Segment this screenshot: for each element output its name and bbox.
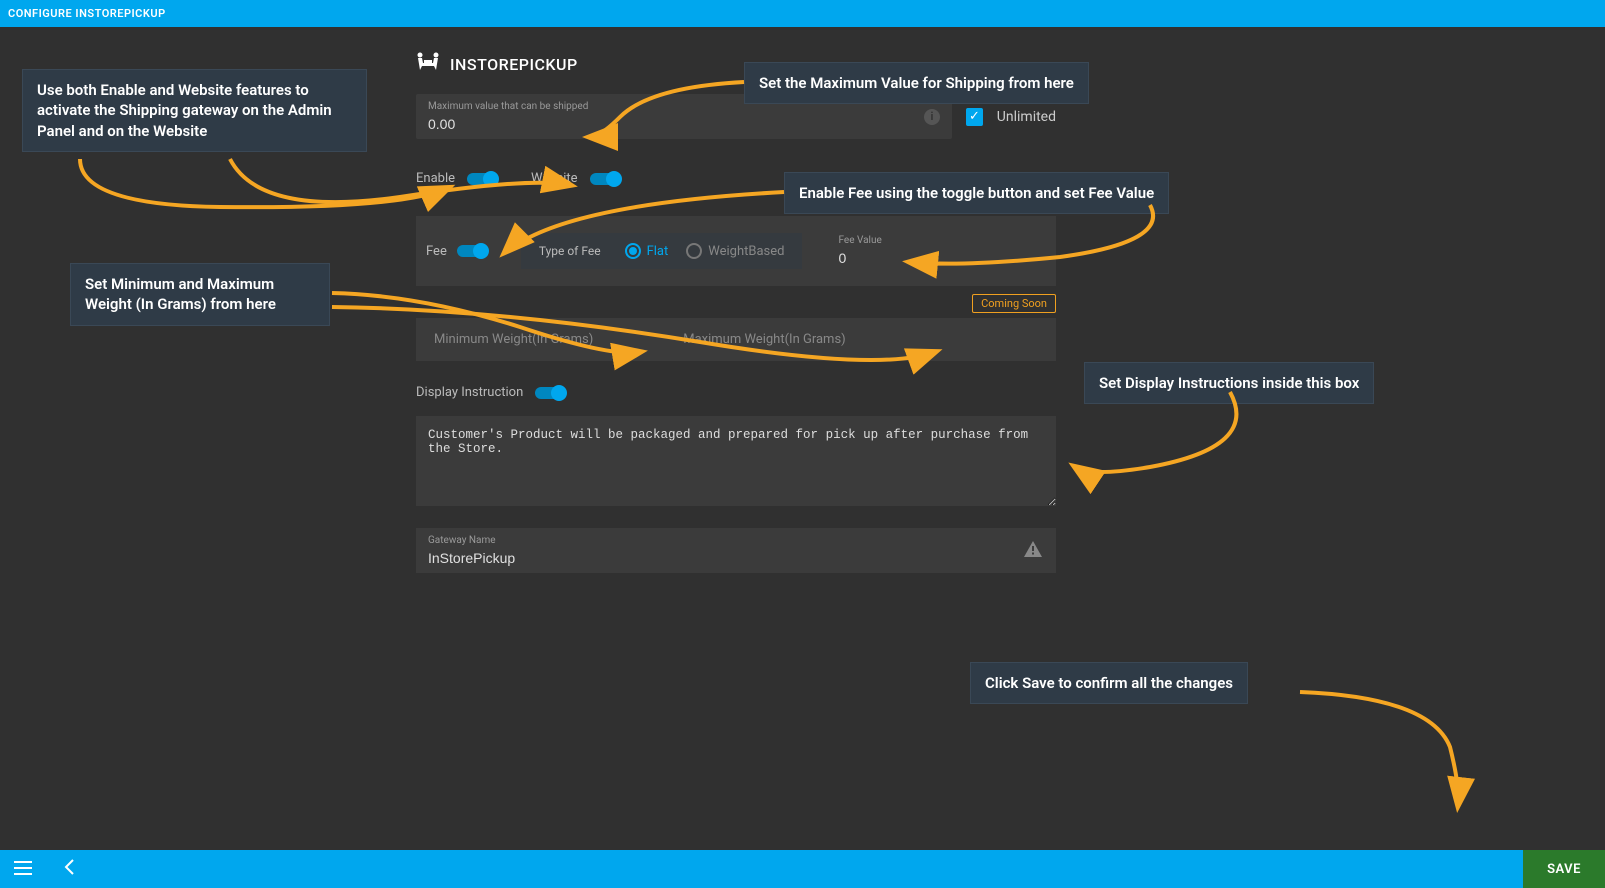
gateway-name-input[interactable] bbox=[428, 550, 1044, 566]
fee-label: Fee bbox=[426, 244, 447, 259]
fee-type-weightbased[interactable]: WeightBased bbox=[686, 243, 784, 259]
fee-type-label: Type of Fee bbox=[539, 244, 601, 258]
save-button[interactable]: SAVE bbox=[1523, 850, 1605, 888]
max-value-input[interactable] bbox=[428, 116, 940, 132]
fee-value-field[interactable]: Fee Value bbox=[826, 230, 1012, 272]
website-label: Website bbox=[531, 171, 578, 186]
coming-soon-badge: Coming Soon bbox=[972, 294, 1056, 313]
weight-section: Minimum Weight(In Grams) Maximum Weight(… bbox=[416, 318, 1056, 361]
unlimited-checkbox[interactable]: ✓ bbox=[966, 108, 983, 126]
fee-section: Fee Type of Fee Flat WeightBased Fee Val… bbox=[416, 216, 1056, 286]
annotation-max-value: Set the Maximum Value for Shipping from … bbox=[744, 62, 1089, 104]
form-area: INSTOREPICKUP Maximum value that can be … bbox=[416, 52, 1056, 573]
fee-type-flat[interactable]: Flat bbox=[625, 243, 669, 259]
bottombar: SAVE bbox=[0, 850, 1605, 888]
annotation-save: Click Save to confirm all the changes bbox=[970, 662, 1248, 704]
gateway-name-field[interactable]: Gateway Name bbox=[416, 528, 1056, 573]
enable-toggle[interactable] bbox=[467, 173, 497, 185]
fee-value-label: Fee Value bbox=[838, 235, 1000, 246]
min-weight-label: Minimum Weight(In Grams) bbox=[434, 332, 593, 347]
unlimited-label: Unlimited bbox=[997, 109, 1056, 125]
display-instruction-toggle[interactable] bbox=[535, 387, 565, 399]
topbar-title: CONFIGURE INSTOREPICKUP bbox=[8, 7, 166, 20]
display-instruction-textarea[interactable] bbox=[416, 416, 1056, 506]
annotation-display-instructions: Set Display Instructions inside this box bbox=[1084, 362, 1374, 404]
menu-icon[interactable] bbox=[14, 860, 32, 879]
fee-toggle[interactable] bbox=[457, 245, 487, 257]
info-icon[interactable]: i bbox=[924, 109, 940, 125]
warning-icon bbox=[1024, 541, 1042, 561]
annotation-weight: Set Minimum and Maximum Weight (In Grams… bbox=[70, 263, 330, 326]
website-toggle[interactable] bbox=[590, 173, 620, 185]
enable-label: Enable bbox=[416, 171, 455, 186]
topbar: CONFIGURE INSTOREPICKUP bbox=[0, 0, 1605, 27]
annotation-enable-website: Use both Enable and Website features to … bbox=[22, 69, 367, 152]
display-instruction-label: Display Instruction bbox=[416, 385, 523, 400]
fee-type-group: Type of Fee Flat WeightBased bbox=[521, 233, 803, 269]
instorepickup-icon bbox=[416, 52, 440, 76]
save-button-label: SAVE bbox=[1547, 862, 1581, 877]
back-icon[interactable] bbox=[64, 859, 74, 880]
annotation-fee: Enable Fee using the toggle button and s… bbox=[784, 172, 1169, 214]
max-weight-label: Maximum Weight(In Grams) bbox=[683, 332, 845, 347]
fee-value-input[interactable] bbox=[838, 250, 1000, 266]
gateway-name-label: Gateway Name bbox=[428, 535, 1044, 546]
form-title: INSTOREPICKUP bbox=[450, 55, 578, 74]
